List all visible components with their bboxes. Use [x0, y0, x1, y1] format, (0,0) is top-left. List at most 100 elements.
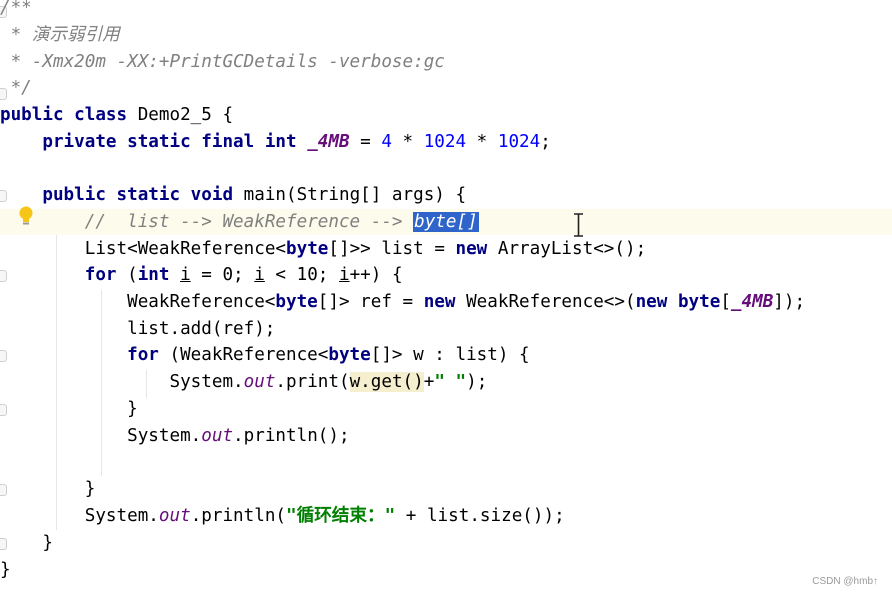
code-text: }	[0, 479, 96, 499]
code-text: *	[466, 132, 498, 152]
code-text: *	[391, 132, 424, 152]
code-line[interactable]: private static final int _4MB = 4 * 1024…	[0, 129, 892, 155]
selected-text[interactable]: byte[]	[413, 212, 479, 232]
code-text: ;	[540, 132, 551, 152]
keyword: new byte	[635, 292, 721, 312]
keyword: public class	[0, 105, 128, 125]
static-field[interactable]: out	[201, 426, 233, 446]
string-literal: "循环结束："	[286, 506, 396, 526]
field-name[interactable]: _4MB	[307, 132, 349, 152]
keyword: byte	[286, 239, 329, 259]
code-text: System.	[84, 506, 159, 526]
code-line[interactable]: public static void main(String[] args) {	[0, 182, 892, 208]
keyword: new	[423, 292, 456, 312]
keyword: public static void	[42, 185, 234, 205]
variable-name[interactable]: i	[254, 265, 265, 285]
code-line[interactable]: for (WeakReference<byte[]> w : list) {	[0, 342, 892, 368]
code-text: }	[0, 560, 11, 580]
code-text: list.add(ref);	[0, 319, 276, 339]
code-text: + list.size());	[395, 506, 565, 526]
code-text: (WeakReference<	[158, 345, 329, 365]
text-cursor-icon	[574, 213, 583, 237]
keyword: byte	[328, 345, 371, 365]
code-text: []>> list =	[328, 239, 456, 259]
keyword: int	[137, 265, 170, 285]
code-text: ++) {	[349, 265, 403, 285]
code-line[interactable]: }	[0, 530, 892, 556]
code-text: ]);	[773, 292, 806, 312]
comment-text: 演示弱引用	[31, 25, 120, 45]
code-line[interactable]: */	[0, 75, 892, 101]
code-line-current[interactable]: // list --> WeakReference --> byte[]	[0, 209, 892, 235]
comment-text: // list --> WeakReference -->	[84, 212, 414, 232]
code-text: =	[349, 132, 382, 152]
keyword: for	[127, 345, 159, 365]
code-text: < 10;	[264, 265, 339, 285]
code-text: = 0;	[190, 265, 255, 285]
code-text: .println(	[190, 506, 287, 526]
lightbulb-icon[interactable]	[17, 205, 35, 227]
code-editor[interactable]: /** * 演示弱引用 * -Xmx20m -XX:+PrintGCDetail…	[0, 0, 892, 595]
keyword: private static final int	[42, 132, 297, 152]
code-text: }	[0, 533, 53, 553]
code-text: []> ref =	[317, 292, 424, 312]
field-name[interactable]: _4MB	[731, 292, 773, 312]
code-text: }	[0, 399, 138, 419]
keyword: new	[455, 239, 488, 259]
static-field[interactable]: out	[244, 372, 276, 392]
watermark: CSDN @hmb↑	[812, 576, 878, 587]
number-literal: 4	[381, 132, 392, 152]
code-line[interactable]: }	[0, 476, 892, 502]
code-line[interactable]: }	[0, 396, 892, 422]
comment-text: * -Xmx20m -XX:+PrintGCDetails -verbose:g…	[0, 52, 445, 72]
code-text: main(String[] args) {	[233, 185, 467, 205]
code-text: ArrayList<>();	[487, 239, 647, 259]
code-line[interactable]: System.out.println();	[0, 423, 892, 449]
code-line[interactable]: System.out.print(w.get()+" ");	[0, 369, 892, 395]
number-literal: 1024	[423, 132, 467, 152]
code-line[interactable]: for (int i = 0; i < 10; i++) {	[0, 262, 892, 288]
number-literal: 1024	[497, 132, 541, 152]
code-text: Demo2_5 {	[127, 105, 234, 125]
code-text: WeakReference<	[127, 292, 276, 312]
keyword: for	[84, 265, 117, 285]
variable-name[interactable]: i	[180, 265, 191, 285]
code-text: .print(	[275, 372, 350, 392]
code-line[interactable]: System.out.println("循环结束：" + list.size()…	[0, 503, 892, 529]
static-field[interactable]: out	[159, 506, 191, 526]
code-line[interactable]: * 演示弱引用	[0, 22, 892, 48]
code-line[interactable]: list.add(ref);	[0, 316, 892, 342]
keyword: byte	[275, 292, 318, 312]
code-text: +	[423, 372, 435, 392]
code-text: (	[116, 265, 138, 285]
code-text: List<WeakReference<	[84, 239, 287, 259]
code-line[interactable]: WeakReference<byte[]> ref = new WeakRefe…	[0, 289, 892, 315]
code-text: []> w : list) {	[370, 345, 530, 365]
comment-text: */	[0, 78, 32, 98]
comment-text: /**	[0, 0, 32, 18]
code-line[interactable]: List<WeakReference<byte[]>> list = new A…	[0, 236, 892, 262]
comment-text: *	[0, 25, 32, 45]
variable-name[interactable]: i	[339, 265, 350, 285]
code-text: System.	[127, 426, 202, 446]
code-line[interactable]: }	[0, 557, 892, 583]
code-line[interactable]: * -Xmx20m -XX:+PrintGCDetails -verbose:g…	[0, 49, 892, 75]
code-text: );	[466, 372, 488, 392]
code-text: .println();	[233, 426, 350, 446]
code-text: System.	[169, 372, 244, 392]
highlighted-expression[interactable]: w.get()	[349, 372, 424, 392]
code-line[interactable]: public class Demo2_5 {	[0, 102, 892, 128]
code-line[interactable]: /**	[0, 0, 892, 21]
